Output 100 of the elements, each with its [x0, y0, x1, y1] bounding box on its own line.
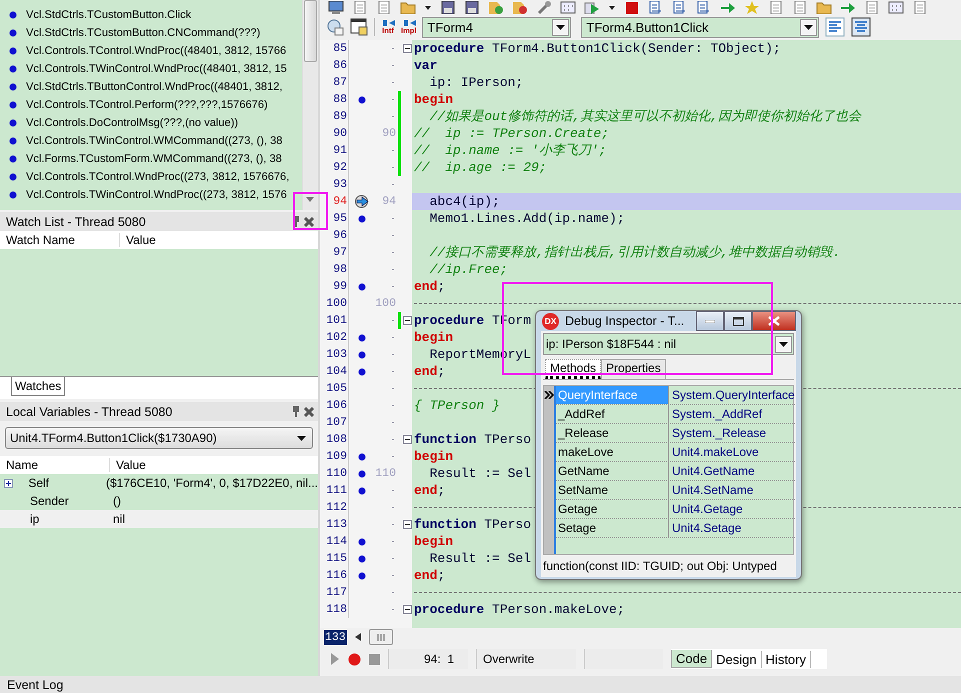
scroll-left-icon[interactable] — [354, 633, 361, 641]
view-tab[interactable]: Design — [712, 650, 762, 668]
call-stack-entry[interactable]: Vcl.Controls.TWinControl.WMCommand((273, (), 38 — [26, 135, 282, 147]
expression-dropdown[interactable]: ip: IPerson $18F544 : nil — [543, 333, 794, 355]
breakpoint-dot-icon[interactable] — [358, 486, 366, 494]
folder-icon[interactable] — [816, 1, 832, 14]
call-stack-entry[interactable]: Vcl.Controls.DoControlMsg(???,(no value)) — [26, 117, 238, 129]
scrollbar[interactable] — [302, 0, 318, 210]
class-dropdown[interactable]: TForm4 — [422, 16, 572, 38]
find-icon[interactable] — [326, 18, 344, 36]
lines-icon[interactable] — [648, 1, 664, 14]
expand-toggle-icon[interactable] — [4, 478, 13, 488]
fold-toggle-icon[interactable] — [403, 435, 412, 444]
doc-icon[interactable] — [864, 1, 880, 14]
breakpoint-dot-icon[interactable] — [358, 572, 366, 580]
method-row[interactable]: makeLove Unit4.makeLove — [556, 443, 795, 462]
play-icon[interactable] — [584, 1, 600, 14]
variable-row[interactable]: Sender () — [0, 492, 318, 510]
breakpoint-dot-icon[interactable] — [358, 334, 366, 342]
column-header[interactable]: Name — [0, 458, 110, 472]
floppy-icon[interactable] — [440, 1, 456, 14]
record-icon[interactable] — [348, 652, 361, 666]
call-stack-entry[interactable]: Vcl.StdCtrls.TButtonControl.WndProc((48401, 3812, — [26, 81, 283, 93]
fold-toggle-icon[interactable] — [403, 44, 412, 53]
breakpoint-dot-icon[interactable] — [358, 96, 366, 104]
dropdown-button[interactable] — [775, 336, 792, 352]
column-header[interactable]: Value — [120, 233, 156, 247]
scroll-down-icon[interactable] — [306, 197, 314, 202]
panel-tab[interactable]: Watches — [11, 377, 66, 396]
doc-icon[interactable] — [912, 1, 928, 14]
call-stack-entry[interactable]: Vcl.Controls.TControl.Perform(???,???,1576676) — [26, 99, 268, 111]
scrollbar-thumb[interactable] — [304, 0, 317, 62]
arrow-icon[interactable] — [720, 1, 736, 14]
close-icon[interactable] — [304, 406, 314, 416]
call-stack-entry[interactable]: Vcl.Controls.TControl.WndProc((273, 3812, 1576676, — [26, 171, 290, 183]
variable-row[interactable]: Self ($176CE10, 'Form4', 0, $17D22E0, nil... — [0, 474, 318, 492]
dropdown-arrow-icon[interactable] — [297, 436, 306, 440]
method-address: Unit4.Setage — [671, 520, 742, 537]
close-button[interactable] — [752, 311, 796, 331]
call-stack-entry[interactable]: Vcl.Forms.TCustomForm.WMCommand((273, (), 38 — [26, 153, 282, 165]
dropdown-button[interactable] — [800, 18, 818, 36]
grid-icon[interactable] — [888, 1, 904, 14]
method-row[interactable]: _Release System._Release — [556, 424, 795, 443]
fold-toggle-icon[interactable] — [403, 316, 412, 325]
stack-frame-dropdown[interactable]: Unit4.TForm4.Button1Click($1730A90) — [5, 427, 313, 449]
method-row[interactable]: _AddRef System._AddRef — [556, 405, 795, 424]
star-icon[interactable] — [744, 1, 760, 14]
method-row[interactable]: SetName Unit4.SetName — [556, 481, 795, 500]
pin-icon[interactable] — [292, 406, 300, 417]
window-icon[interactable] — [350, 18, 368, 36]
fold-toggle-icon[interactable] — [403, 520, 412, 529]
method-row[interactable]: GetName Unit4.GetName — [556, 462, 795, 481]
inspector-tab[interactable]: Properties — [601, 359, 666, 379]
column-header[interactable]: Value — [110, 458, 146, 472]
breakpoint-dot-icon[interactable] — [358, 368, 366, 376]
align-left-icon[interactable] — [825, 17, 846, 37]
addfile-icon[interactable] — [488, 1, 504, 14]
arrow-icon[interactable] — [840, 1, 856, 14]
doc-icon[interactable] — [792, 1, 808, 14]
maximize-button[interactable] — [724, 311, 752, 331]
method-row[interactable]: Getage Unit4.Getage — [556, 500, 795, 519]
lines-icon[interactable] — [672, 1, 688, 14]
breakpoint-dot-icon[interactable] — [358, 350, 366, 358]
doc-icon[interactable] — [376, 1, 392, 14]
grid-icon[interactable] — [560, 1, 576, 14]
breakpoint-dot-icon[interactable] — [358, 282, 366, 290]
breakpoint-dot-icon[interactable] — [358, 538, 366, 546]
column-header[interactable]: Watch Name — [0, 233, 120, 247]
folder-icon[interactable] — [400, 1, 416, 14]
close-icon[interactable] — [304, 216, 314, 226]
scrollbar-thumb[interactable] — [368, 629, 393, 645]
wrench-icon[interactable] — [536, 1, 552, 14]
lines-icon[interactable] — [696, 1, 712, 14]
call-stack-entry[interactable]: Vcl.StdCtrls.TCustomButton.CNCommand(???) — [26, 27, 260, 39]
call-stack-entry[interactable]: Vcl.StdCtrls.TCustomButton.Click — [26, 9, 192, 21]
monitor-icon[interactable] — [328, 1, 344, 14]
breakpoint-dot-icon[interactable] — [358, 214, 366, 222]
floppy-icon[interactable] — [464, 1, 480, 14]
stop-icon[interactable] — [624, 1, 640, 14]
doc-icon[interactable] — [352, 1, 368, 14]
pin-icon[interactable] — [292, 216, 300, 227]
method-row[interactable]: QueryInterface System.QueryInterface — [556, 386, 795, 405]
view-tab[interactable]: History — [762, 650, 811, 668]
call-stack-entry[interactable]: Vcl.Controls.TControl.WndProc((48401, 3812, 15766 — [26, 45, 286, 57]
dropdown-button[interactable] — [552, 18, 570, 36]
doc-icon[interactable] — [768, 1, 784, 14]
variable-row[interactable]: ip nil — [0, 510, 318, 528]
breakpoint-dot-icon[interactable] — [358, 470, 366, 478]
minimize-button[interactable] — [696, 311, 724, 331]
method-row[interactable]: Setage Unit4.Setage — [556, 519, 795, 538]
call-stack-entry[interactable]: Vcl.Controls.TWinControl.WndProc((48401, 3812, 15 — [26, 63, 287, 75]
fold-toggle-icon[interactable] — [403, 605, 412, 614]
view-tab[interactable]: Code — [671, 650, 712, 668]
method-dropdown[interactable]: TForm4.Button1Click — [581, 16, 820, 38]
breakpoint-dot-icon[interactable] — [358, 554, 366, 562]
call-stack-entry[interactable]: Vcl.Controls.TWinControl.WndProc((273, 3812, 1576 — [26, 189, 287, 201]
align-center-icon[interactable] — [851, 17, 872, 37]
removefile-icon[interactable] — [512, 1, 528, 14]
breakpoint-dot-icon[interactable] — [358, 452, 366, 460]
inspector-tab[interactable]: Methods — [545, 359, 602, 379]
